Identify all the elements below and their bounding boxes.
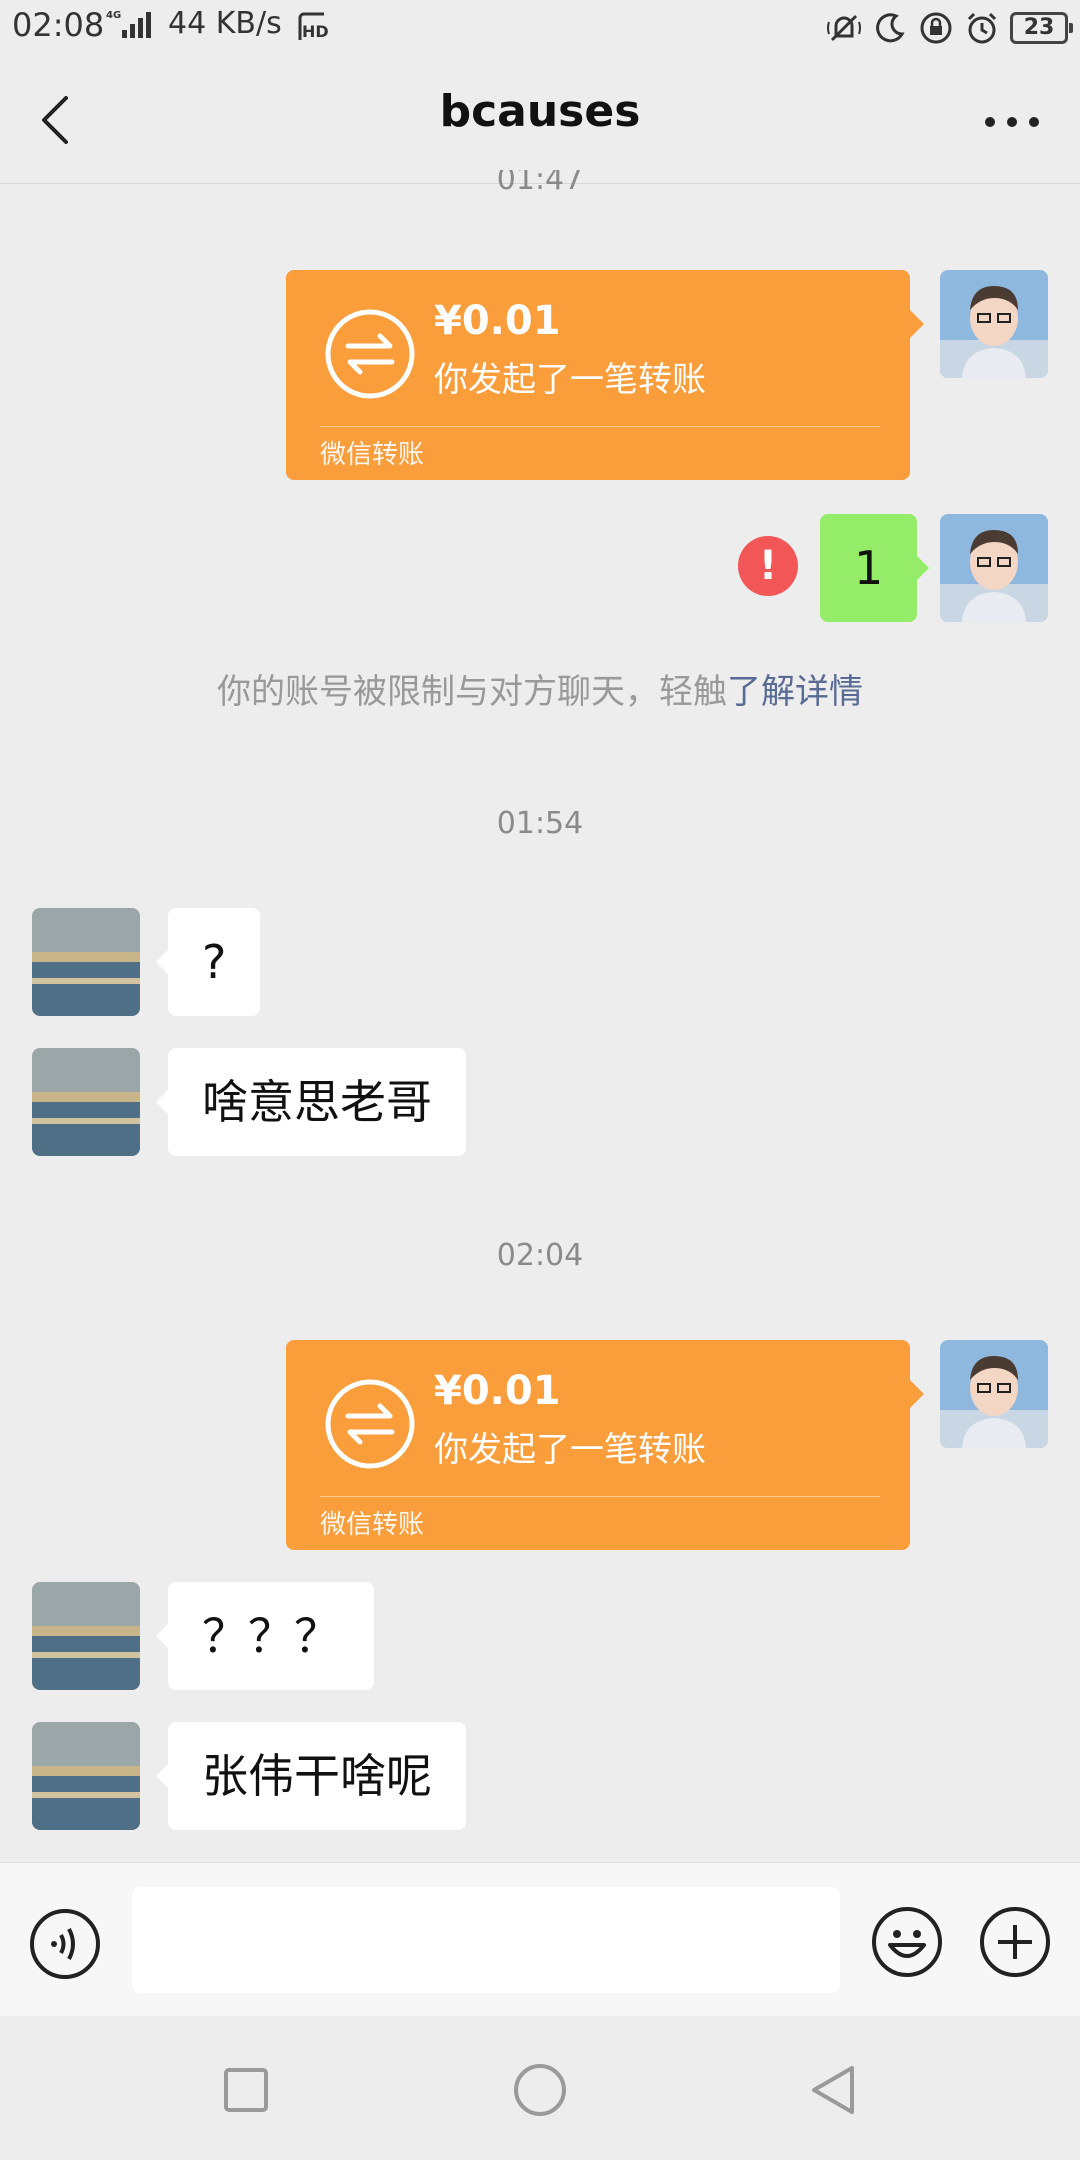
restriction-notice: 你的账号被限制与对方聊天，轻触了解详情 bbox=[0, 664, 1080, 713]
system-navigation-bar bbox=[0, 2016, 1080, 2160]
recent-apps-icon[interactable] bbox=[216, 2060, 276, 2120]
sent-message[interactable]: 1 bbox=[820, 514, 930, 622]
chat-header: bcauses bbox=[0, 56, 1080, 184]
transfer-icon bbox=[325, 309, 415, 399]
transfer-footer: 微信转账 bbox=[320, 1510, 425, 1540]
battery-indicator: 23 bbox=[1010, 12, 1073, 44]
moon-icon bbox=[876, 13, 905, 43]
contact-avatar[interactable] bbox=[32, 1048, 140, 1156]
received-message[interactable]: ？？？ bbox=[156, 1582, 374, 1690]
contact-avatar[interactable] bbox=[32, 1582, 140, 1690]
voice-input-icon[interactable] bbox=[28, 1907, 102, 1981]
timestamp: 01:54 bbox=[496, 806, 584, 841]
self-avatar[interactable] bbox=[940, 1340, 1048, 1448]
svg-text:HD: HD bbox=[302, 22, 328, 41]
transfer-description: 你发起了一笔转账 bbox=[434, 360, 706, 400]
received-message[interactable]: 啥意思老哥 bbox=[156, 1048, 466, 1156]
transfer-icon bbox=[325, 1379, 415, 1469]
contact-avatar[interactable] bbox=[32, 1722, 140, 1830]
plus-icon[interactable] bbox=[978, 1905, 1052, 1979]
contact-avatar[interactable] bbox=[32, 908, 140, 1016]
more-options-icon[interactable] bbox=[984, 116, 1040, 128]
status-icons: 23 bbox=[826, 8, 1073, 48]
transfer-footer: 微信转账 bbox=[320, 440, 425, 470]
signal-icon: 4G bbox=[106, 10, 151, 38]
lock-rotation-icon bbox=[920, 12, 952, 44]
emoji-icon[interactable] bbox=[870, 1905, 944, 1979]
transfer-amount: ¥0.01 bbox=[434, 298, 561, 344]
received-message[interactable]: 张伟干啥呢 bbox=[156, 1722, 466, 1830]
transfer-amount: ¥0.01 bbox=[434, 1368, 561, 1414]
timestamp: 02:04 bbox=[496, 1238, 584, 1273]
home-icon[interactable] bbox=[510, 2060, 570, 2120]
svg-text:4G: 4G bbox=[106, 10, 121, 21]
chat-title: bcauses bbox=[439, 86, 641, 137]
hd-icon: HD bbox=[298, 12, 328, 41]
learn-more-link[interactable]: 了解详情 bbox=[727, 672, 863, 712]
divider bbox=[320, 426, 880, 427]
message-input[interactable] bbox=[132, 1887, 840, 1993]
status-time: 02:08 bbox=[12, 6, 105, 44]
status-bar: 02:08 4G 44 KB/s HD 23 bbox=[0, 0, 1080, 56]
transfer-message[interactable]: ¥0.01 你发起了一笔转账 微信转账 bbox=[286, 1340, 924, 1550]
self-avatar[interactable] bbox=[940, 514, 1048, 622]
back-nav-icon[interactable] bbox=[804, 2060, 864, 2120]
network-speed: 44 KB/s bbox=[168, 6, 282, 41]
alarm-icon bbox=[967, 12, 997, 44]
received-message[interactable]: ? bbox=[155, 908, 261, 1016]
self-avatar[interactable] bbox=[940, 270, 1048, 378]
mute-icon bbox=[827, 14, 861, 42]
input-bar bbox=[0, 1862, 1080, 2016]
notice-text: 你的账号被限制与对方聊天，轻触 bbox=[217, 672, 727, 712]
transfer-description: 你发起了一笔转账 bbox=[434, 1430, 706, 1470]
transfer-message[interactable]: ¥0.01 你发起了一笔转账 微信转账 bbox=[286, 270, 924, 480]
send-failed-icon[interactable]: ! bbox=[738, 536, 798, 596]
divider bbox=[320, 1496, 880, 1497]
timestamp-partial: 01:47 bbox=[496, 170, 584, 197]
